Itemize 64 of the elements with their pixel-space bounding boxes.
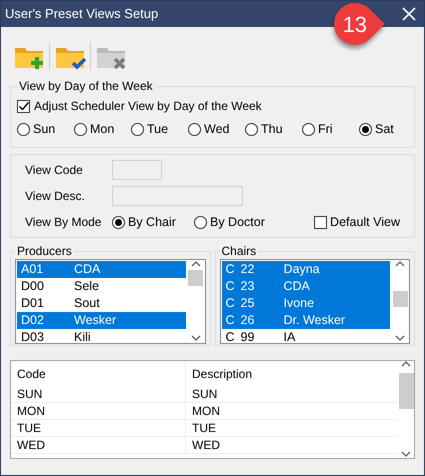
scroll-up-icon[interactable] bbox=[395, 261, 405, 268]
radio-label[interactable]: By Chair bbox=[128, 212, 176, 232]
column-header[interactable]: Description bbox=[186, 364, 252, 382]
list-item[interactable]: D02 Wesker bbox=[17, 312, 186, 329]
checkbox[interactable] bbox=[17, 100, 30, 112]
radio-label[interactable]: Sat bbox=[375, 120, 394, 138]
table-cell: TUE bbox=[11, 420, 186, 436]
table-cell-text: WED bbox=[191, 437, 220, 454]
scrollbar[interactable] bbox=[188, 261, 204, 342]
group-title: Chairs bbox=[220, 244, 258, 258]
checkbox[interactable] bbox=[314, 216, 328, 228]
list-item[interactable]: C 23 CDA bbox=[222, 278, 390, 295]
scroll-down-icon[interactable] bbox=[401, 451, 411, 458]
radio-button[interactable] bbox=[74, 122, 87, 136]
scroll-down-icon[interactable] bbox=[190, 335, 200, 342]
radio-button[interactable] bbox=[194, 216, 207, 228]
scrollbar-thumb[interactable] bbox=[398, 373, 414, 409]
scrollbar[interactable] bbox=[392, 261, 408, 342]
field-label: View Code bbox=[25, 162, 84, 179]
checkbox-label[interactable]: Adjust Scheduler View by Day of the Week bbox=[34, 97, 262, 115]
table-cell-text: SUN bbox=[191, 386, 218, 403]
list-item[interactable]: D03 Kili bbox=[17, 329, 186, 346]
column-header[interactable]: Code bbox=[11, 361, 186, 386]
radio-button[interactable] bbox=[245, 122, 258, 136]
text-field[interactable] bbox=[112, 160, 162, 180]
text-field[interactable] bbox=[112, 186, 243, 206]
table-cell: WED bbox=[11, 437, 186, 453]
table-cell-text: MON bbox=[191, 403, 220, 420]
radio-button[interactable] bbox=[188, 122, 201, 136]
field-label: View Desc. bbox=[25, 188, 86, 205]
radio-label[interactable]: Mon bbox=[90, 120, 114, 138]
group-title: Producers bbox=[16, 244, 73, 258]
list-item[interactable]: C 26 Dr. Wesker bbox=[222, 312, 390, 329]
radio-button[interactable] bbox=[359, 122, 372, 136]
list-item[interactable]: C 99 IA bbox=[222, 329, 390, 346]
table-cell: SUN bbox=[11, 386, 186, 402]
radio-button[interactable] bbox=[17, 122, 30, 136]
radio-label[interactable]: Tue bbox=[147, 120, 168, 138]
table-cell: MON bbox=[11, 403, 186, 419]
list-item[interactable]: D00 Sele bbox=[17, 278, 186, 295]
checkbox-label[interactable]: Default View bbox=[330, 212, 400, 232]
radio-label[interactable]: Fri bbox=[318, 120, 333, 138]
list-item[interactable]: C 22 Dayna bbox=[222, 261, 390, 278]
radio-label[interactable]: By Doctor bbox=[210, 212, 265, 232]
window-title: User's Preset Views Setup bbox=[5, 5, 158, 24]
scroll-down-icon[interactable] bbox=[395, 335, 405, 342]
scrollbar-thumb[interactable] bbox=[392, 291, 408, 307]
scroll-up-icon[interactable] bbox=[190, 261, 200, 268]
list-item[interactable]: A01 CDA bbox=[17, 261, 186, 278]
table-cell-text: TUE bbox=[191, 420, 216, 437]
radio-label[interactable]: Wed bbox=[204, 120, 230, 138]
radio-button[interactable] bbox=[112, 216, 125, 228]
scrollbar-thumb[interactable] bbox=[188, 270, 203, 286]
group-title: View by Day of the Week bbox=[18, 79, 154, 93]
radio-label[interactable]: Thu bbox=[261, 120, 283, 138]
scrollbar[interactable] bbox=[398, 361, 414, 458]
list-item[interactable]: D01 Sout bbox=[17, 295, 186, 312]
close-icon[interactable] bbox=[402, 7, 416, 21]
list-item[interactable]: C 25 Ivone bbox=[222, 295, 390, 312]
field-label: View By Mode bbox=[25, 214, 102, 231]
scroll-up-icon[interactable] bbox=[401, 361, 411, 368]
radio-button[interactable] bbox=[302, 122, 315, 136]
radio-button[interactable] bbox=[131, 122, 144, 136]
radio-label[interactable]: Sun bbox=[33, 120, 56, 138]
